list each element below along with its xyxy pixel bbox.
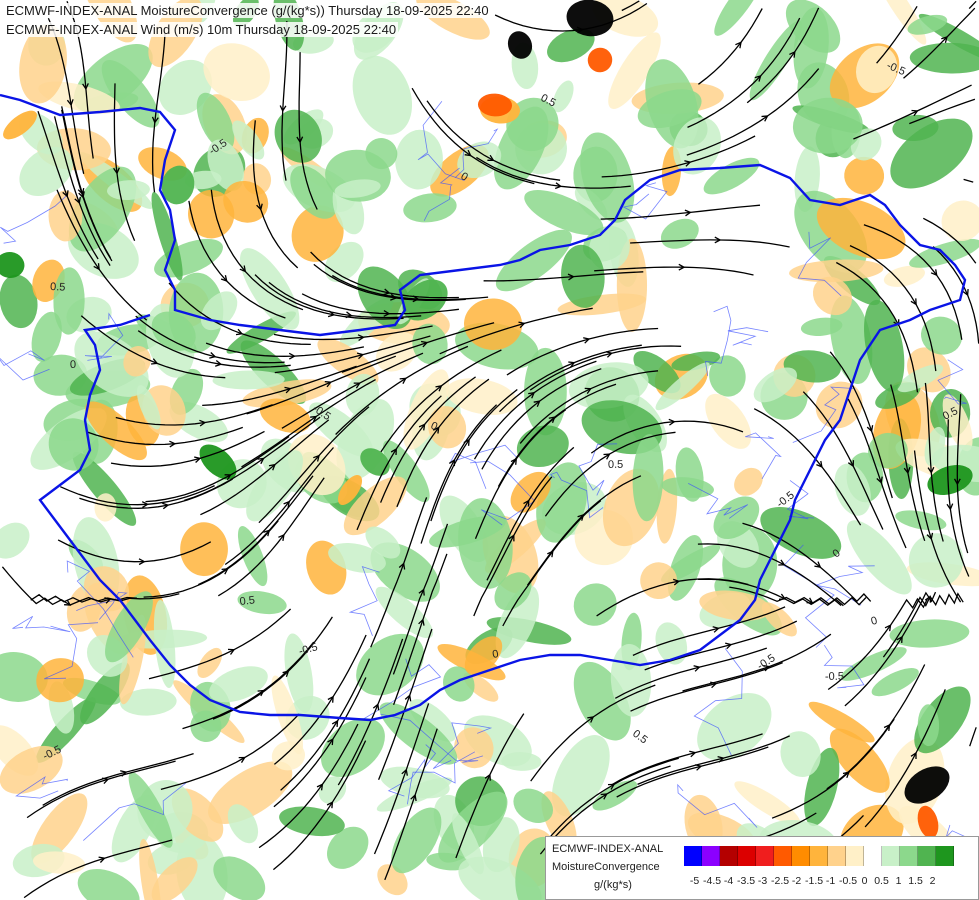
legend-tick: 2 [929, 875, 936, 887]
colorbar-legend: ECMWF-INDEX-ANAL MoistureConvergence g/(… [545, 836, 979, 900]
legend-swatch [810, 846, 828, 866]
legend-swatch [864, 846, 882, 866]
contour-label: 0.5 [608, 459, 624, 471]
legend-swatch [900, 846, 918, 866]
legend-tick: 0 [861, 875, 868, 887]
contour-label: 0 [70, 359, 76, 371]
map-title-wind: ECMWF-INDEX-ANAL Wind (m/s) 10m Thursday… [4, 22, 399, 37]
contour-label: -0.5 [825, 671, 844, 683]
weather-map: -0.500.5-0.50.50-0.500.5-0.500.5-0.5 0 -0.… [0, 0, 979, 900]
legend-swatch [918, 846, 936, 866]
legend-tick: 1 [895, 875, 902, 887]
legend-swatch [774, 846, 792, 866]
legend-tick: -1.5 [805, 875, 824, 887]
legend-swatch [828, 846, 846, 866]
legend-tick: -0.5 [839, 875, 858, 887]
legend-tick: -3.5 [737, 875, 756, 887]
legend-swatch [756, 846, 774, 866]
legend-variable: MoistureConvergence [552, 861, 660, 873]
legend-tick: 0.5 [874, 875, 889, 887]
legend-tick: -4.5 [703, 875, 722, 887]
legend-swatch [792, 846, 810, 866]
legend-tick: -1 [825, 875, 836, 887]
legend-tick: -2.5 [771, 875, 790, 887]
legend-swatch [738, 846, 756, 866]
map-title-convergence: ECMWF-INDEX-ANAL MoistureConvergence (g/… [4, 3, 491, 18]
legend-swatch [936, 846, 954, 866]
legend-tick: -4 [723, 875, 734, 887]
legend-tick: -2 [791, 875, 802, 887]
legend-tick-labels: -5 -4.5 -4 -3.5 -3 -2.5 -2 -1.5 -1 -0.5 0 0.5 1 1.5 2 [686, 875, 941, 887]
legend-color-swatches [684, 846, 954, 866]
contour-label: 0.5 [50, 281, 66, 294]
legend-swatch [702, 846, 720, 866]
contour-label: 0.5 [239, 594, 255, 608]
legend-source: ECMWF-INDEX-ANAL [552, 843, 664, 855]
legend-unit: g/(kg*s) [594, 879, 632, 891]
legend-swatch [882, 846, 900, 866]
legend-swatch [720, 846, 738, 866]
legend-tick: -3 [757, 875, 768, 887]
legend-tick: 1.5 [908, 875, 923, 887]
legend-swatch [684, 846, 702, 866]
legend-tick: -5 [689, 875, 700, 887]
legend-swatch [846, 846, 864, 866]
